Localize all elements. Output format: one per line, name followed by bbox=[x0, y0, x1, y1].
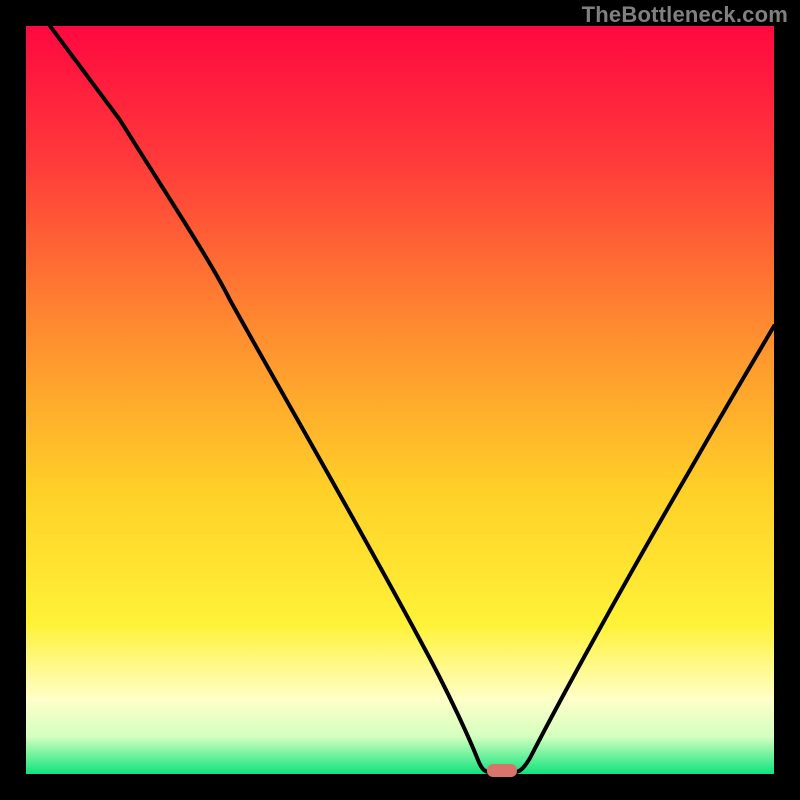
plot-background bbox=[26, 26, 774, 774]
bottleneck-chart bbox=[0, 0, 800, 800]
chart-frame: { "watermark": "TheBottleneck.com", "col… bbox=[0, 0, 800, 800]
optimal-marker bbox=[487, 764, 517, 777]
watermark-text: TheBottleneck.com bbox=[582, 2, 788, 28]
